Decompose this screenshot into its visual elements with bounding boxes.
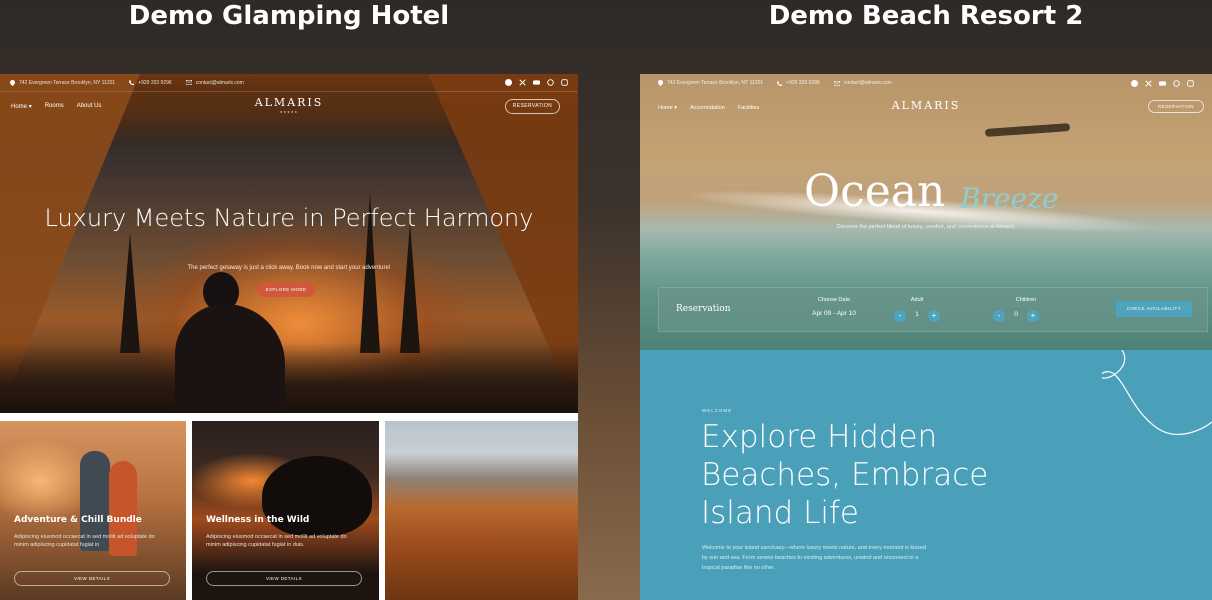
swirl-decoration [1102, 350, 1212, 436]
social-links [505, 79, 568, 86]
adult-label: Adult [910, 297, 924, 303]
beach-resort-preview[interactable]: 742 Evergreen Terrace Brooklyn, NY 11201… [640, 74, 1212, 600]
topbar-address: 742 Evergreen Terrace Brooklyn, NY 11201 [19, 79, 116, 86]
instagram-icon[interactable] [561, 79, 568, 86]
adult-increment-button[interactable]: + [928, 310, 940, 322]
mail-icon [833, 80, 840, 86]
pinterest-icon[interactable] [1173, 79, 1180, 87]
pine-tree [400, 223, 420, 353]
topbar-address: 742 Evergreen Terrace Brooklyn, NY 11201 [667, 80, 764, 86]
demo-title-left: Demo Glamping Hotel [128, 1, 450, 31]
adult-decrement-button[interactable]: - [894, 310, 906, 322]
hero-title: Luxury Meets Nature in Perfect Harmony [44, 204, 534, 232]
glamping-preview[interactable]: 742 Evergreen Terrace Brooklyn, NY 11201… [0, 74, 578, 600]
foreground-ground [0, 343, 578, 413]
welcome-section: WELCOME Explore Hidden Beaches, Embrace … [640, 350, 1212, 600]
almaris-logo[interactable]: ALMARIS ★★★★★ [0, 96, 578, 114]
hero-title-word: Ocean [804, 166, 946, 217]
facebook-icon[interactable] [1131, 79, 1138, 87]
choose-date-label: Choose Date [817, 297, 851, 303]
topbar-phone: +929 333 9296 [786, 80, 820, 86]
reservation-bar-label: Reservation [676, 304, 731, 314]
children-label: Children [1015, 297, 1037, 303]
reservation-bar: Reservation Choose Date Apr 09 - Apr 10 … [658, 287, 1208, 332]
youtube-icon[interactable] [1159, 80, 1166, 87]
card-title: Adventure & Chill Bundle [14, 515, 142, 525]
adult-count: 1 [915, 311, 919, 318]
phone-icon [777, 80, 783, 86]
demo-title-right: Demo Beach Resort 2 [768, 1, 1084, 31]
package-card[interactable]: Adventure & Chill Bundle Adipiscing eius… [0, 421, 186, 600]
x-icon[interactable] [1145, 79, 1152, 87]
location-pin-icon [658, 80, 663, 86]
almaris-logo[interactable]: ALMARIS [640, 99, 1212, 112]
children-count: 0 [1014, 311, 1018, 318]
topbar-email[interactable]: contact@almaris.com [844, 80, 892, 86]
topbar-phone: +929 333 9296 [138, 79, 172, 86]
logo-stars: ★★★★★ [279, 110, 299, 114]
date-range-picker[interactable]: Apr 09 - Apr 10 [789, 310, 879, 317]
glamping-topbar: 742 Evergreen Terrace Brooklyn, NY 11201… [0, 74, 578, 92]
instagram-icon[interactable] [1187, 79, 1194, 87]
welcome-tag: WELCOME [702, 408, 733, 413]
pine-tree [120, 233, 140, 353]
card-description: Adipiscing eiusmod occaecat in sed molli… [14, 534, 155, 548]
social-links [1131, 79, 1194, 87]
location-pin-icon [10, 79, 15, 86]
view-details-button[interactable]: VIEW DETAILS [14, 571, 170, 586]
mail-icon [185, 80, 192, 85]
person-shadow [984, 123, 1071, 137]
beach-topbar: 742 Evergreen Terrace Brooklyn, NY 11201… [640, 74, 1212, 92]
check-availability-button[interactable]: CHECK AVAILABILITY [1116, 301, 1192, 317]
package-cards: Adventure & Chill Bundle Adipiscing eius… [0, 421, 578, 600]
hero-script-word: Breeze [960, 182, 1059, 215]
explore-more-button[interactable]: EXPLORE MORE [257, 282, 315, 297]
section-heading: Explore Hidden Beaches, Embrace Island L… [701, 419, 989, 531]
hero-subtitle: Discover the perfect blend of luxury, co… [836, 224, 1016, 230]
reservation-button[interactable]: RESERVATION [1148, 100, 1204, 113]
view-details-button[interactable]: VIEW DETAILS [206, 571, 362, 586]
x-icon[interactable] [519, 79, 526, 86]
section-body-text: Welcome to your island sanctuary—where l… [702, 545, 926, 571]
topbar-email[interactable]: contact@almaris.com [196, 80, 244, 86]
beach-hero: 742 Evergreen Terrace Brooklyn, NY 11201… [640, 74, 1212, 350]
autumn-forest-card[interactable] [385, 421, 578, 600]
glamping-hero: 742 Evergreen Terrace Brooklyn, NY 11201… [0, 74, 578, 413]
youtube-icon[interactable] [533, 79, 540, 86]
card-description: Adipiscing eiusmod occaecat in sed molli… [206, 534, 347, 548]
hikers-photo [65, 441, 145, 581]
card-title: Wellness in the Wild [206, 515, 310, 525]
package-card[interactable]: Wellness in the Wild Adipiscing eiusmod … [192, 421, 379, 600]
children-decrement-button[interactable]: - [993, 310, 1005, 322]
hero-subtitle: The perfect getaway is just a click away… [187, 265, 391, 271]
reservation-button[interactable]: RESERVATION [505, 99, 560, 114]
facebook-icon[interactable] [505, 79, 512, 86]
children-increment-button[interactable]: + [1027, 310, 1039, 322]
phone-icon [129, 80, 135, 85]
pinterest-icon[interactable] [547, 79, 554, 86]
